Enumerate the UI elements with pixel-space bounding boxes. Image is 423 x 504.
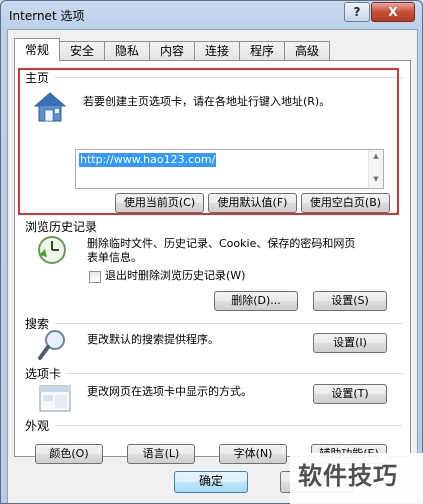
tabs-description: 更改网页在选项卡中显示的方式。: [87, 385, 252, 398]
tabs-section-label: 选项卡: [25, 367, 62, 381]
magnifier-icon: [37, 329, 67, 364]
delete-history-button[interactable]: 删除(D)...: [214, 291, 298, 311]
tab-connections[interactable]: 连接: [194, 41, 240, 60]
dialog-client: 常规 安全 隐私 内容 连接 程序 高级 主页 若要创建主页选项卡，请在各地址行…: [7, 29, 418, 503]
tabs-settings-button[interactable]: 设置(T): [313, 384, 387, 404]
search-settings-button[interactable]: 设置(I): [313, 333, 387, 353]
tab-privacy[interactable]: 隐私: [104, 41, 150, 60]
house-icon: [33, 91, 67, 126]
home-url-value: http://www.hao123.com/: [79, 153, 217, 167]
search-divider: [55, 323, 403, 324]
help-button[interactable]: ?: [344, 2, 370, 22]
history-section-label: 浏览历史记录: [25, 220, 98, 234]
use-blank-button[interactable]: 使用空白页(B): [301, 193, 390, 213]
use-current-button[interactable]: 使用当前页(C): [115, 193, 204, 213]
delete-on-exit-label: 退出时删除浏览历史记录(W): [105, 269, 246, 282]
languages-button[interactable]: 语言(L): [127, 444, 195, 464]
home-section-label: 主页: [25, 71, 50, 85]
history-settings-button[interactable]: 设置(S): [313, 291, 387, 311]
tab-advanced[interactable]: 高级: [284, 41, 330, 60]
search-description: 更改默认的搜索提供程序。: [87, 333, 219, 346]
close-button[interactable]: X: [371, 2, 415, 22]
history-description-line1: 删除临时文件、历史记录、Cookie、保存的密码和网页: [87, 237, 356, 250]
delete-on-exit-checkbox[interactable]: [89, 271, 101, 283]
colors-button[interactable]: 颜色(O): [35, 444, 103, 464]
ok-button[interactable]: 确定: [174, 471, 248, 493]
home-divider: [55, 77, 403, 78]
general-panel: 主页 若要创建主页选项卡，请在各地址行键入地址(R)。 http://www.h…: [14, 60, 411, 464]
tab-general[interactable]: 常规: [14, 38, 60, 61]
scroll-down-icon[interactable]: ▼: [369, 175, 383, 183]
watermark-logo: 软件技巧: [290, 453, 423, 504]
history-description-line2: 表单信息。: [87, 251, 142, 264]
appearance-divider: [55, 425, 403, 426]
fonts-button[interactable]: 字体(N): [219, 444, 287, 464]
tab-security[interactable]: 安全: [59, 41, 105, 60]
window-title: Internet 选项: [9, 9, 85, 23]
internet-options-window: Internet 选项 ? X 常规 安全 隐私 内容 连接 程序 高级 主页: [0, 0, 423, 504]
scroll-up-icon[interactable]: ▲: [369, 152, 383, 160]
use-default-button[interactable]: 使用默认值(F): [208, 193, 297, 213]
tabs-divider: [67, 373, 403, 374]
textarea-scrollbar[interactable]: ▲ ▼: [368, 150, 383, 188]
tab-content[interactable]: 内容: [149, 41, 195, 60]
home-url-textarea[interactable]: http://www.hao123.com/ ▲ ▼: [75, 149, 384, 189]
tab-programs[interactable]: 程序: [239, 41, 285, 60]
home-description: 若要创建主页选项卡，请在各地址行键入地址(R)。: [83, 95, 331, 108]
tabs-window-icon: [39, 383, 71, 416]
history-clock-icon: [37, 235, 67, 268]
appearance-section-label: 外观: [25, 419, 50, 433]
